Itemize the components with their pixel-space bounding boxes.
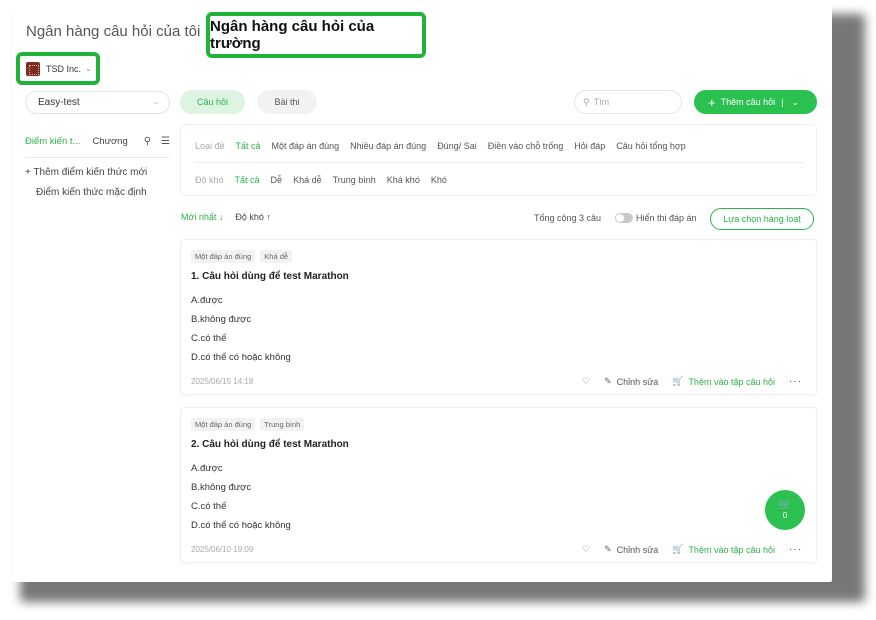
filter-difficulty-label: Độ khó: [195, 175, 224, 185]
total-count: Tổng cộng 3 câu: [534, 213, 602, 223]
question-tags: Một đáp án đúng Trung bình: [191, 418, 305, 431]
edit-label: Chỉnh sửa: [616, 376, 659, 387]
basket-icon: 🛒: [672, 544, 684, 554]
filter-difficulty-option[interactable]: Khá khó: [387, 175, 420, 185]
knowledge-point-default[interactable]: Điểm kiến thức mặc định: [36, 187, 147, 198]
org-selector[interactable]: TSD Inc. ⌄: [16, 52, 100, 85]
chevron-down-icon: ⌄: [85, 64, 92, 73]
question-option: C.có thể: [191, 333, 227, 344]
add-question-button[interactable]: + Thêm câu hỏi | ⌄: [694, 90, 817, 114]
add-to-set-button[interactable]: 🛒 Thêm vào tập câu hỏi: [672, 376, 775, 387]
question-cart-button[interactable]: 🛒 0: [765, 490, 805, 530]
tab-knowledge-points[interactable]: Điểm kiến t...: [25, 136, 80, 147]
filter-difficulty-option[interactable]: Tất cả: [235, 175, 260, 185]
tab-school-bank[interactable]: Ngân hàng câu hỏi của trường: [206, 12, 426, 58]
filter-difficulty-row: Độ khó Tất cả Dễ Khá dễ Trung bình Khá k…: [195, 175, 447, 185]
question-option: C.có thể: [191, 501, 227, 512]
question-actions: ♡ ✎ Chỉnh sửa 🛒 Thêm vào tập câu hỏi ···: [582, 376, 802, 387]
favorite-icon[interactable]: ♡: [582, 376, 590, 387]
plus-icon: +: [708, 94, 716, 110]
cart-count: 0: [782, 511, 788, 520]
filter-type-option[interactable]: Đúng/ Sai: [437, 141, 477, 151]
filter-type-option[interactable]: Một đáp án đúng: [272, 141, 340, 151]
tab-chapter[interactable]: Chương: [92, 136, 127, 147]
divider: [195, 162, 804, 163]
sort-newest[interactable]: Mới nhất ↓: [181, 212, 223, 222]
filter-difficulty-option[interactable]: Khá dễ: [293, 175, 322, 185]
org-logo-icon: [26, 61, 40, 76]
subject-select[interactable]: Easy-test ⌄: [25, 91, 170, 114]
add-to-set-label: Thêm vào tập câu hỏi: [688, 544, 775, 555]
question-title: 1. Câu hỏi dùng để test Marathon: [191, 271, 349, 282]
filter-difficulty-option[interactable]: Dễ: [271, 175, 283, 185]
search-placeholder: Tìm: [593, 97, 610, 107]
question-actions: ♡ ✎ Chỉnh sửa 🛒 Thêm vào tập câu hỏi ···: [582, 544, 802, 555]
question-tags: Một đáp án đúng Khá dễ: [191, 250, 293, 263]
add-knowledge-point-button[interactable]: + Thêm điểm kiến thức mới: [25, 167, 147, 178]
edit-icon: ✎: [604, 544, 612, 554]
basket-icon: 🛒: [672, 376, 684, 386]
search-input[interactable]: ⚲ Tìm: [574, 90, 682, 114]
left-tabs: Điểm kiến t... Chương ⚲ ☰: [25, 136, 170, 147]
edit-icon: ✎: [604, 376, 612, 386]
chevron-down-icon: ⌄: [152, 96, 160, 106]
sort-controls: Mới nhất ↓ Độ khó ↑: [181, 212, 271, 222]
segment-questions[interactable]: Câu hỏi: [180, 90, 245, 114]
tab-school-bank-label: Ngân hàng câu hỏi của trường: [210, 18, 375, 52]
button-separator: |: [781, 97, 784, 107]
filter-type-option[interactable]: Tất cả: [236, 141, 261, 151]
tag-type: Một đáp án đúng: [191, 250, 256, 263]
question-option: A.được: [191, 295, 223, 306]
question-card: Một đáp án đúng Trung bình 2. Câu hỏi dù…: [180, 407, 817, 563]
search-icon: ⚲: [583, 96, 590, 107]
question-date: 2025/06/15 14:18: [191, 377, 254, 386]
add-question-label: Thêm câu hỏi: [720, 97, 776, 107]
edit-button[interactable]: ✎ Chỉnh sửa: [604, 544, 658, 555]
filter-difficulty-option[interactable]: Trung bình: [333, 175, 376, 185]
question-option: B.không được: [191, 314, 252, 325]
collapse-menu-icon[interactable]: ☰: [161, 136, 170, 147]
show-answers-toggle[interactable]: [615, 213, 633, 223]
bulk-select-button[interactable]: Lựa chọn hàng loạt: [710, 208, 814, 230]
question-date: 2025/06/10 19:09: [191, 545, 254, 554]
filter-difficulty-option[interactable]: Khó: [431, 175, 447, 185]
question-title: 2. Câu hỏi dùng để test Marathon: [191, 439, 349, 450]
more-icon[interactable]: ···: [789, 544, 802, 555]
filter-panel: Loại đề Tất cả Một đáp án đúng Nhiều đáp…: [180, 124, 817, 196]
edit-label: Chỉnh sửa: [616, 544, 659, 555]
divider: [25, 157, 170, 158]
question-option: B.không được: [191, 482, 252, 493]
sort-difficulty[interactable]: Độ khó ↑: [235, 212, 271, 222]
tag-type: Một đáp án đúng: [191, 418, 256, 431]
question-option: A.được: [191, 463, 223, 474]
basket-icon: 🛒: [778, 499, 792, 511]
filter-type-option[interactable]: Câu hỏi tổng hợp: [616, 141, 685, 151]
subject-value: Easy-test: [38, 97, 80, 108]
favorite-icon[interactable]: ♡: [582, 544, 590, 555]
org-name: TSD Inc.: [46, 63, 82, 74]
tab-my-bank[interactable]: Ngân hàng câu hỏi của tôi: [26, 23, 200, 40]
chevron-down-icon[interactable]: ⌄: [791, 97, 799, 108]
question-option: D.có thể có hoặc không: [191, 352, 291, 363]
filter-type-option[interactable]: Điền vào chỗ trống: [488, 141, 564, 151]
tag-difficulty: Trung bình: [260, 418, 305, 431]
add-to-set-button[interactable]: 🛒 Thêm vào tập câu hỏi: [672, 544, 775, 555]
filter-type-option[interactable]: Nhiều đáp án đúng: [350, 141, 426, 151]
app-window: Ngân hàng câu hỏi của tôi Ngân hàng câu …: [12, 4, 832, 582]
filter-type-option[interactable]: Hỏi đáp: [574, 141, 605, 151]
filter-type-row: Loại đề Tất cả Một đáp án đúng Nhiều đáp…: [195, 141, 686, 151]
search-icon[interactable]: ⚲: [144, 136, 151, 147]
filter-type-label: Loại đề: [195, 141, 225, 151]
tag-difficulty: Khá dễ: [260, 250, 293, 263]
edit-button[interactable]: ✎ Chỉnh sửa: [604, 376, 658, 387]
add-to-set-label: Thêm vào tập câu hỏi: [688, 376, 775, 387]
question-card: Một đáp án đúng Khá dễ 1. Câu hỏi dùng đ…: [180, 239, 817, 395]
more-icon[interactable]: ···: [789, 376, 802, 387]
segment-exams[interactable]: Bài thi: [257, 90, 317, 114]
question-option: D.có thể có hoặc không: [191, 520, 291, 531]
show-answers-label: Hiển thị đáp án: [636, 213, 697, 223]
